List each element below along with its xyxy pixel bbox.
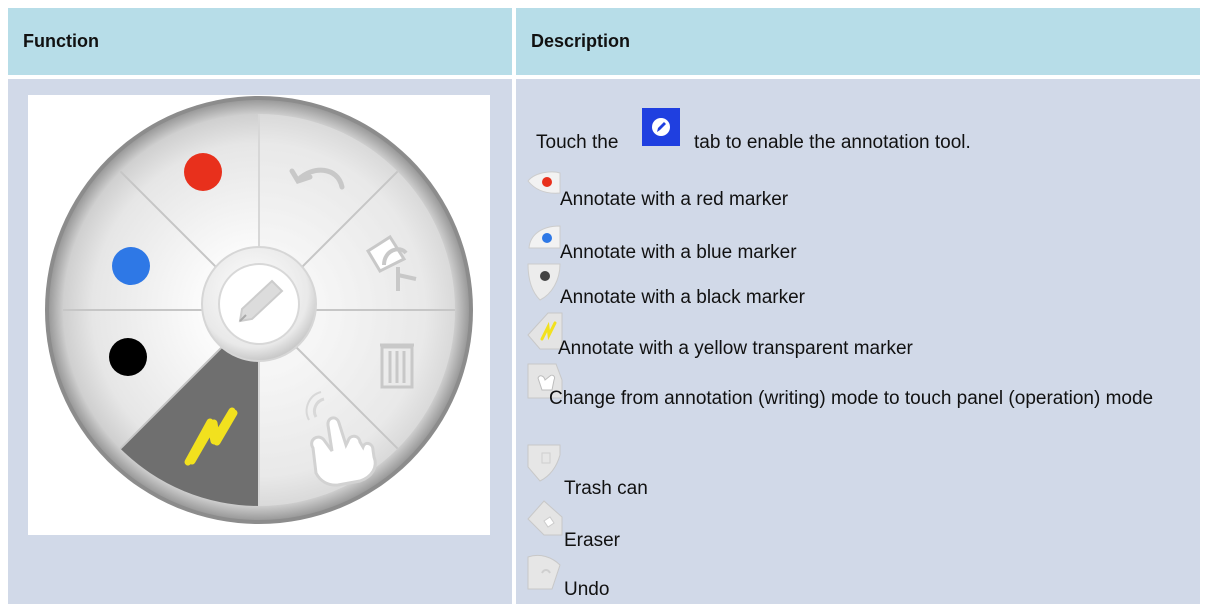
eraser-icon: [527, 500, 563, 536]
annotation-wheel: [45, 96, 473, 524]
intro-text-after: tab to enable the annotation tool.: [694, 132, 971, 153]
intro-line: Touch the tab to enable the annotation t…: [536, 108, 1186, 158]
red-marker-icon: [184, 153, 222, 191]
blue-marker-icon: [528, 225, 561, 249]
undo-desc: Undo: [564, 579, 610, 600]
annotation-table: Function Description Touch the tab to en…: [8, 8, 1200, 604]
function-cell: [8, 79, 512, 604]
blue-marker-desc: Annotate with a blue marker: [560, 242, 797, 263]
annotation-wheel-image: [28, 95, 490, 535]
touch-mode-text: Change from annotation (writing) mode to…: [549, 388, 1154, 409]
touch-mode-desc: Change from annotation (writing) mode to…: [516, 384, 1186, 414]
red-marker-icon: [527, 171, 561, 194]
eraser-desc: Eraser: [564, 530, 620, 551]
header-description: Description: [516, 8, 1200, 75]
annotation-tab-icon: [642, 108, 680, 146]
trash-icon: [527, 444, 561, 482]
black-marker-icon: [527, 263, 561, 301]
yellow-marker-desc: Annotate with a yellow transparent marke…: [558, 338, 913, 359]
header-function-label: Function: [23, 31, 99, 51]
red-marker-desc: Annotate with a red marker: [560, 189, 789, 210]
blue-marker-icon: [112, 247, 150, 285]
black-marker-icon: [109, 338, 147, 376]
intro-text-before: Touch the: [536, 132, 619, 153]
trash-desc: Trash can: [564, 478, 648, 499]
header-description-label: Description: [531, 31, 631, 51]
header-function: Function: [8, 8, 512, 75]
black-marker-desc: Annotate with a black marker: [560, 287, 806, 308]
undo-icon: [527, 554, 561, 590]
description-cell: Touch the tab to enable the annotation t…: [516, 79, 1200, 604]
